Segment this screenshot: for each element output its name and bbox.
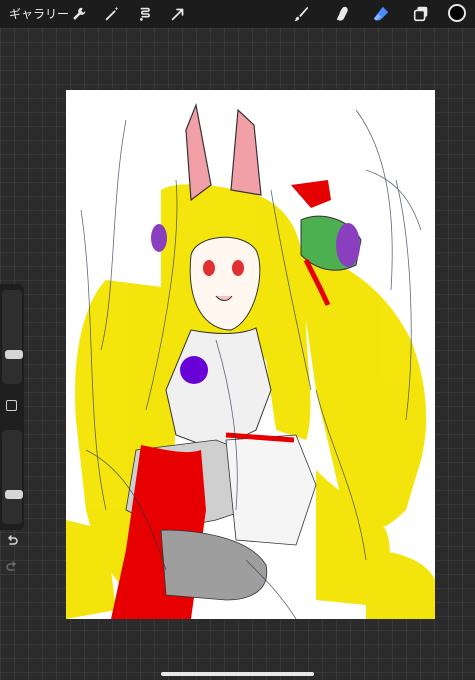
modify-button[interactable] [6, 400, 17, 411]
selection-icon[interactable] [135, 4, 155, 24]
gallery-button[interactable]: ギャラリー [9, 5, 69, 22]
artwork-illustration [66, 102, 435, 619]
brush-size-slider[interactable] [2, 290, 23, 384]
top-toolbar: ギャラリー [0, 0, 475, 28]
opacity-thumb[interactable] [5, 489, 23, 499]
drawing-canvas[interactable] [66, 90, 435, 619]
transform-arrow-icon[interactable] [168, 4, 188, 24]
smudge-icon[interactable] [333, 4, 353, 24]
brush-size-thumb[interactable] [5, 349, 23, 359]
brush-icon[interactable] [291, 4, 311, 24]
redo-icon[interactable] [5, 560, 19, 574]
color-picker[interactable] [448, 4, 466, 22]
wrench-icon[interactable] [69, 4, 89, 24]
opacity-slider[interactable] [2, 430, 23, 524]
eraser-icon[interactable] [371, 4, 391, 24]
home-indicator[interactable] [161, 672, 314, 676]
layers-icon[interactable] [411, 4, 431, 24]
undo-icon[interactable] [5, 534, 19, 548]
magic-wand-icon[interactable] [102, 4, 122, 24]
